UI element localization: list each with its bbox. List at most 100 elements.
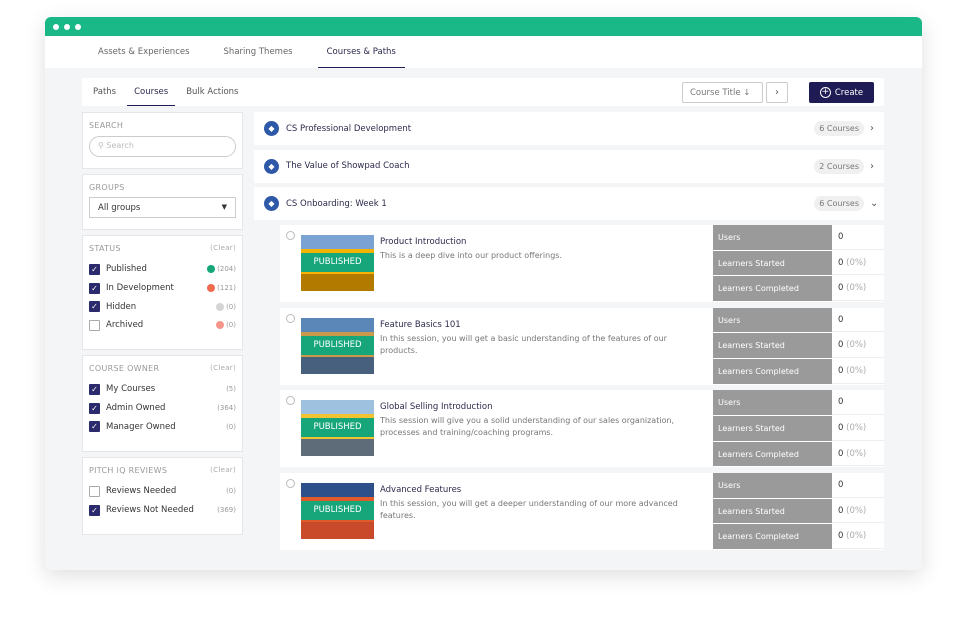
top-tab[interactable]: Courses & Paths — [317, 36, 405, 68]
filter-checkbox-row[interactable]: ✓ Reviews Not Needed (369) — [89, 501, 236, 520]
stat-percent: (0%) — [846, 448, 867, 459]
filter-count-wrap: (0) — [216, 302, 236, 311]
top-tab[interactable]: Sharing Themes — [215, 36, 302, 68]
checkbox[interactable]: ✓ — [89, 282, 100, 294]
filter-checkbox-row[interactable]: ✓ Manager Owned (0) — [89, 417, 236, 436]
chevron-down-icon[interactable]: ⌄ — [870, 198, 884, 209]
status-dot-icon — [216, 302, 225, 311]
course-item[interactable]: PUBLISHED Advanced Features In this sessio… — [280, 473, 884, 551]
course-title[interactable]: Advanced Features — [380, 485, 461, 495]
stat-number: 0 — [838, 531, 844, 542]
section-header: PITCH IQ REVIEWS (Clear) — [89, 466, 236, 475]
select-radio[interactable] — [286, 313, 295, 323]
filter-label: My Courses — [106, 384, 156, 395]
stat-value: 0 (0%) — [832, 416, 884, 441]
published-badge: PUBLISHED — [301, 418, 374, 438]
filter-checkbox-row[interactable]: Reviews Needed (0) — [89, 482, 236, 501]
course-description: This is a deep dive into our product off… — [380, 251, 562, 260]
course-title[interactable]: Feature Basics 101 — [380, 320, 461, 330]
stat-number: 0 — [838, 480, 844, 491]
search-input[interactable]: ⚲ Search — [89, 136, 236, 157]
checkbox[interactable]: ✓ — [89, 504, 100, 516]
next-button[interactable]: › — [766, 82, 788, 103]
filter-count-wrap: (0) — [216, 321, 236, 330]
chevron-right-icon[interactable]: › — [870, 123, 884, 134]
filter-checkbox-row[interactable]: ✓ My Courses (5) — [89, 380, 236, 399]
filter-count: (0) — [226, 321, 236, 330]
sort-button[interactable]: Course Title ↓ — [682, 82, 763, 103]
filter-count-wrap: (0) — [226, 423, 236, 431]
status-dot-icon — [207, 284, 216, 293]
checkbox[interactable]: ✓ — [89, 421, 100, 433]
checkbox[interactable]: ✓ — [89, 301, 100, 313]
title-bar — [45, 17, 922, 36]
checkbox[interactable] — [89, 319, 100, 331]
sub-tab[interactable]: Bulk Actions — [179, 78, 245, 106]
stat-label: Users — [713, 225, 832, 250]
checkbox[interactable]: ✓ — [89, 402, 100, 414]
course-thumbnail: PUBLISHED — [301, 483, 374, 540]
stat-percent: (0%) — [846, 340, 867, 351]
stat-row: Learners Started 0 (0%) — [713, 250, 884, 277]
course-title[interactable]: Global Selling Introduction — [380, 402, 492, 412]
sub-tab[interactable]: Paths — [86, 78, 123, 106]
stat-percent: (0%) — [846, 423, 867, 434]
stat-number: 0 — [838, 232, 844, 242]
select-radio[interactable] — [286, 479, 295, 489]
filter-checkbox-row[interactable]: ✓ In Development (121) — [89, 279, 236, 298]
stat-value: 0 — [832, 390, 884, 416]
stat-value: 0 (0%) — [832, 251, 884, 276]
status-dot-icon — [216, 321, 225, 330]
groups-value: All groups — [98, 203, 141, 213]
stat-label: Learners Started — [713, 250, 832, 276]
filter-checkbox-row[interactable]: Archived (0) — [89, 316, 236, 335]
window-dot-icon — [53, 23, 59, 30]
path-row[interactable]: ◆ CS Professional Development 6 Courses › — [254, 112, 884, 145]
course-title[interactable]: Product Introduction — [380, 237, 466, 247]
clear-link[interactable]: (Clear) — [210, 244, 236, 253]
groups-select[interactable]: All groups ▼ — [89, 197, 236, 218]
stat-row: Learners Completed 0 (0%) — [713, 524, 884, 551]
filter-count: (121) — [217, 284, 236, 293]
course-item[interactable]: PUBLISHED Global Selling Introduction This… — [280, 390, 884, 468]
course-item[interactable]: PUBLISHED Feature Basics 101 In this sessi… — [280, 307, 884, 385]
path-tag-icon: ◆ — [264, 121, 279, 136]
pitch-iq-panel: PITCH IQ REVIEWS (Clear) Reviews Needed (0)… — [82, 457, 243, 535]
path-title: CS Onboarding: Week 1 — [286, 198, 387, 209]
create-button[interactable]: + Create — [809, 82, 874, 103]
stat-row: Learners Started 0 (0%) — [713, 498, 884, 525]
stat-value: 0 — [832, 308, 884, 333]
stat-number: 0 — [838, 397, 844, 408]
select-radio[interactable] — [286, 396, 295, 406]
checkbox[interactable]: ✓ — [89, 383, 100, 395]
filter-count-wrap: (369) — [217, 506, 236, 514]
filter-count-wrap: (0) — [226, 487, 236, 495]
select-radio[interactable] — [286, 231, 295, 240]
top-tab[interactable]: Assets & Experiences — [89, 36, 199, 68]
course-item[interactable]: PUBLISHED Product Introduction This is a d… — [280, 225, 884, 303]
caret-down-icon: ▼ — [221, 203, 227, 211]
stat-label: Users — [713, 473, 832, 498]
groups-panel: GROUPS All groups ▼ — [82, 174, 243, 230]
filter-checkbox-row[interactable]: ✓ Hidden (0) — [89, 297, 236, 316]
filter-count: (0) — [226, 487, 236, 496]
pitch-title: PITCH IQ REVIEWS — [89, 466, 168, 475]
filter-checkbox-row[interactable]: ✓ Admin Owned (364) — [89, 399, 236, 418]
filter-checkbox-row[interactable]: ✓ Published (204) — [89, 260, 236, 279]
filter-count: (5) — [226, 385, 236, 394]
checkbox[interactable]: ✓ — [89, 263, 100, 275]
checkbox[interactable] — [89, 485, 100, 497]
path-row[interactable]: ◆ The Value of Showpad Coach 2 Courses › — [254, 149, 884, 183]
course-stats: Users 0 Learners Started 0 (0%) Learners Co… — [713, 225, 884, 303]
search-title: SEARCH — [89, 121, 124, 130]
window-dot-icon — [64, 23, 70, 30]
sub-tabs: Paths Courses Bulk Actions — [82, 78, 245, 106]
filter-label: Reviews Not Needed — [106, 505, 194, 516]
chevron-right-icon[interactable]: › — [870, 161, 884, 172]
path-title: CS Professional Development — [286, 123, 412, 134]
clear-link[interactable]: (Clear) — [210, 364, 236, 373]
sub-tab[interactable]: Courses — [127, 78, 176, 106]
section-header: STATUS (Clear) — [89, 244, 236, 253]
path-row[interactable]: ◆ CS Onboarding: Week 1 6 Courses ⌄ — [254, 187, 884, 220]
clear-link[interactable]: (Clear) — [210, 466, 236, 475]
